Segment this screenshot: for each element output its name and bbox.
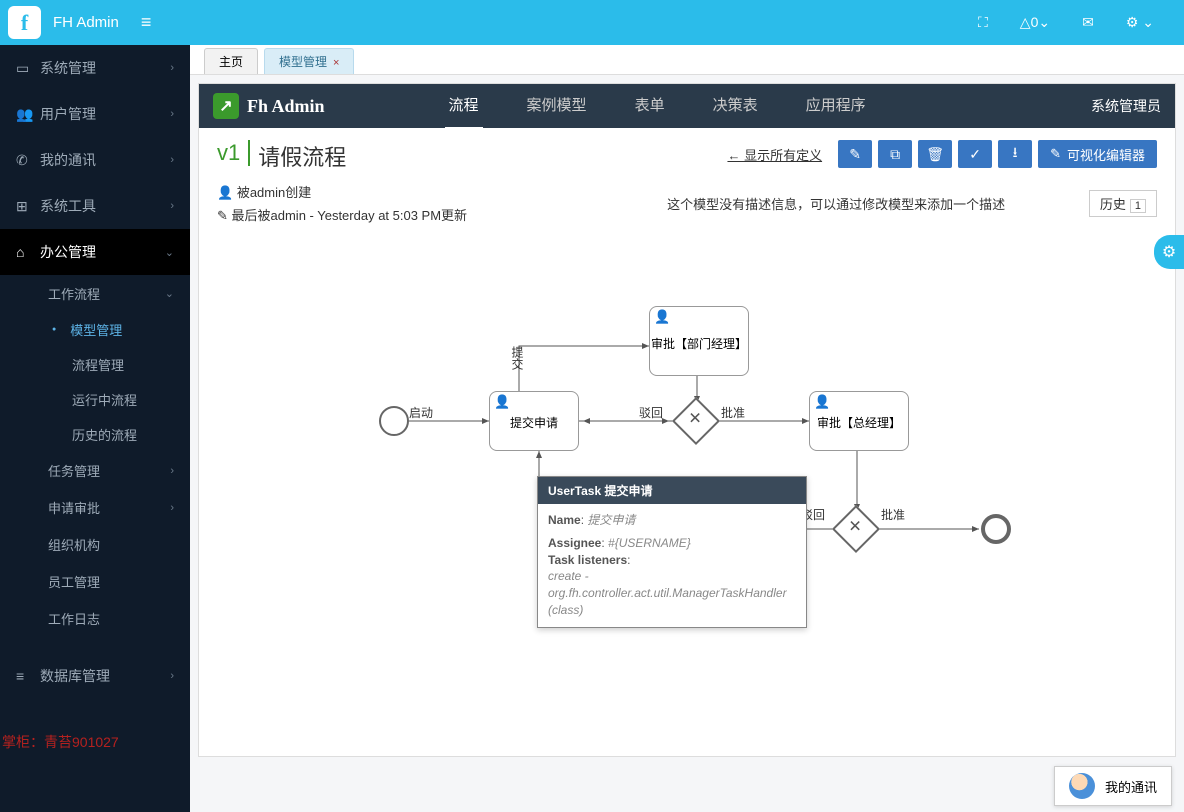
inner-nav-app[interactable]: 应用程序 — [802, 82, 870, 130]
sub-running[interactable]: 运行中流程 — [0, 382, 190, 417]
show-all-link[interactable]: ← 显示所有定义 — [727, 145, 822, 164]
edge-approve2-label: 批准 — [881, 506, 905, 523]
created-by: 👤 被admin创建 — [217, 182, 467, 201]
notifications-icon[interactable]: △0⌄ — [1020, 14, 1050, 31]
sub-model-mgmt[interactable]: 模型管理 — [0, 312, 190, 347]
inner-nav: 流程 案例模型 表单 决策表 应用程序 — [445, 82, 870, 130]
copy-button[interactable]: ⧉ — [878, 140, 912, 168]
menu-toggle-icon[interactable]: ≡ — [141, 12, 152, 33]
sub-worklog[interactable]: 工作日志 — [0, 600, 190, 637]
inner-nav-process[interactable]: 流程 — [445, 82, 483, 130]
sub-history[interactable]: 历史的流程 — [0, 417, 190, 452]
sub-staff[interactable]: 员工管理 — [0, 563, 190, 600]
avatar-icon — [1069, 773, 1095, 799]
logo-letter: f — [21, 10, 28, 36]
process-name: 请假流程 — [258, 140, 346, 172]
inner-nav-decision[interactable]: 决策表 — [709, 82, 762, 130]
user-icon: 👤 — [814, 394, 830, 410]
inner-nav-form[interactable]: 表单 — [631, 82, 669, 130]
mail-icon[interactable]: ✉ — [1082, 14, 1094, 31]
download-button[interactable]: ⭳ — [998, 140, 1032, 168]
tab-home[interactable]: 主页 — [204, 48, 258, 74]
settings-gear-icon[interactable]: ⚙ ⌄ — [1126, 14, 1154, 31]
bpmn-canvas[interactable]: 启动 👤 提交申请 提交 👤 审批【部门经理】 驳回 批准 👤 审批【总经理】 … — [199, 236, 1175, 756]
sub-tasks[interactable]: 任务管理› — [0, 452, 190, 489]
topbar: f FH Admin ≡ ⛶ △0⌄ ✉ ⚙ ⌄ — [0, 0, 1184, 45]
brand-name: FH Admin — [53, 14, 119, 31]
sidebar-footer: 掌柜：青苔901027 — [0, 722, 121, 762]
user-icon: 👤 — [654, 309, 670, 325]
confirm-button[interactable]: ✓ — [958, 140, 992, 168]
floating-settings-icon[interactable]: ⚙ — [1154, 235, 1184, 269]
inner-header: ↗ Fh Admin 流程 案例模型 表单 决策表 应用程序 系统管理员 — [199, 84, 1175, 128]
task-dept-mgr[interactable]: 👤 审批【部门经理】 — [649, 306, 749, 376]
start-event[interactable] — [379, 406, 409, 436]
gateway-1[interactable] — [672, 397, 720, 445]
chat-label: 我的通讯 — [1105, 777, 1157, 796]
start-label: 启动 — [409, 404, 433, 421]
main: 主页 模型管理× ↗ Fh Admin 流程 案例模型 表单 决策表 应用程序 … — [190, 45, 1184, 812]
version-badge: v1 — [217, 140, 250, 166]
inner-logo-icon: ↗ — [213, 93, 239, 119]
inner-logo-text: Fh Admin — [247, 96, 325, 117]
task-gen-mgr[interactable]: 👤 审批【总经理】 — [809, 391, 909, 451]
edge-submit-label: 提交 — [509, 346, 526, 370]
inner-logo: ↗ Fh Admin — [213, 93, 325, 119]
nav-db[interactable]: ≡数据库管理› — [0, 653, 190, 699]
tab-model-mgmt[interactable]: 模型管理× — [264, 48, 354, 74]
end-event[interactable] — [981, 514, 1011, 544]
nav-system[interactable]: ▭系统管理› — [0, 45, 190, 91]
description: 这个模型没有描述信息，可以通过修改模型来添加一个描述 — [667, 194, 1005, 213]
sub-org[interactable]: 组织机构 — [0, 526, 190, 563]
detail-bar: v1 请假流程 ← 显示所有定义 ✎ ⧉ 🗑 ✓ ⭳ ✎可视化编辑器 👤 被ad… — [199, 128, 1175, 236]
tabbar: 主页 模型管理× — [190, 45, 1184, 75]
edit-button[interactable]: ✎ — [838, 140, 872, 168]
nav-office[interactable]: ⌂办公管理⌄ — [0, 229, 190, 275]
chat-widget[interactable]: 我的通讯 — [1054, 766, 1172, 806]
topbar-right: ⛶ △0⌄ ✉ ⚙ ⌄ — [978, 14, 1184, 31]
sub-flow-mgmt[interactable]: 流程管理 — [0, 347, 190, 382]
inner-nav-case[interactable]: 案例模型 — [523, 82, 591, 130]
nav-users[interactable]: 👥用户管理› — [0, 91, 190, 137]
updated-by: ✎ 最后被admin - Yesterday at 5:03 PM更新 — [217, 205, 467, 224]
gateway-2[interactable] — [832, 505, 880, 553]
tab-close-icon[interactable]: × — [333, 57, 339, 69]
task-tooltip: UserTask 提交申请 Name: 提交申请 Assignee: #{USE… — [537, 476, 807, 628]
edge-reject-label: 驳回 — [639, 404, 663, 421]
history-button[interactable]: 历史1 — [1089, 190, 1157, 217]
sub-workflow[interactable]: 工作流程⌄ — [0, 275, 190, 312]
tooltip-title: UserTask 提交申请 — [538, 477, 806, 504]
inner-user[interactable]: 系统管理员 — [1091, 96, 1161, 116]
nav-tools[interactable]: ⊞系统工具› — [0, 183, 190, 229]
delete-button[interactable]: 🗑 — [918, 140, 952, 168]
nav-contacts[interactable]: ✆我的通讯› — [0, 137, 190, 183]
user-icon: 👤 — [494, 394, 510, 410]
inner-panel: ↗ Fh Admin 流程 案例模型 表单 决策表 应用程序 系统管理员 v1 … — [198, 83, 1176, 757]
sidebar: ▭系统管理› 👥用户管理› ✆我的通讯› ⊞系统工具› ⌂办公管理⌄ 工作流程⌄… — [0, 45, 190, 812]
fullscreen-icon[interactable]: ⛶ — [978, 14, 988, 31]
editor-icon: ✎ — [1050, 146, 1061, 162]
edge-approve-label: 批准 — [721, 404, 745, 421]
task-submit[interactable]: 👤 提交申请 — [489, 391, 579, 451]
visual-editor-button[interactable]: ✎可视化编辑器 — [1038, 140, 1157, 168]
app-logo[interactable]: f — [8, 6, 41, 39]
sub-approval[interactable]: 申请审批› — [0, 489, 190, 526]
